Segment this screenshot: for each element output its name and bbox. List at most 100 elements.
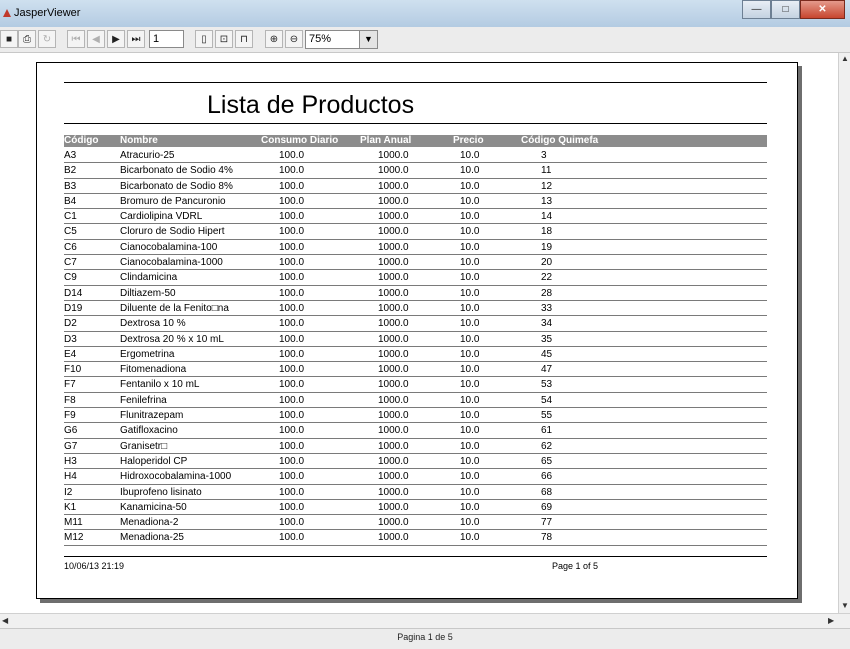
vertical-scrollbar[interactable]: ▲ ▼: [838, 53, 850, 628]
cell-price: 10.0: [460, 348, 480, 360]
cell-plan: 1000.0: [378, 410, 409, 422]
reload-icon[interactable]: ↻: [38, 30, 56, 48]
cell-price: 10.0: [460, 257, 480, 269]
cell-name: Bromuro de Pancuronio: [120, 195, 226, 207]
cell-code: F8: [64, 394, 76, 406]
minimize-button[interactable]: —: [742, 0, 771, 19]
table-row: C5 Cloruro de Sodio Hipert 100.0 1000.0 10.0…: [64, 224, 767, 240]
scroll-up-icon[interactable]: ▲: [841, 54, 849, 63]
table-row: I2 Ibuprofeno lisinato 100.0 1000.0 10.0 68: [64, 485, 767, 500]
horizontal-scrollbar[interactable]: ◀ ▶: [0, 613, 850, 628]
cell-name: Fenilefrina: [120, 394, 167, 406]
cell-name: Cianocobalamina-100: [120, 241, 218, 253]
fit-page-icon[interactable]: ⊡: [215, 30, 233, 48]
cell-consumption: 100.0: [279, 272, 305, 284]
cell-consumption: 100.0: [279, 241, 305, 253]
cell-name: Cloruro de Sodio Hipert: [120, 226, 225, 238]
cell-price: 10.0: [460, 195, 480, 207]
close-button[interactable]: ✕: [800, 0, 845, 19]
zoom-out-icon[interactable]: ⊖: [285, 30, 303, 48]
cell-price: 10.0: [460, 302, 480, 314]
cell-plan: 1000.0: [378, 455, 409, 467]
cell-quimefa: 18: [541, 226, 553, 238]
cell-consumption: 100.0: [279, 348, 305, 360]
cell-quimefa: 54: [541, 394, 553, 406]
scroll-down-icon[interactable]: ▼: [841, 601, 849, 610]
table-row: G7 Granisetr□ 100.0 1000.0 10.0 62: [64, 439, 767, 454]
cell-consumption: 100.0: [279, 287, 305, 299]
cell-quimefa: 13: [541, 195, 553, 207]
cell-name: Fentanilo x 10 mL: [120, 379, 200, 391]
next-page-icon[interactable]: ▶: [107, 30, 125, 48]
scroll-right-icon[interactable]: ▶: [828, 616, 834, 625]
cell-plan: 1000.0: [378, 180, 409, 192]
cell-plan: 1000.0: [378, 379, 409, 391]
cell-consumption: 100.0: [279, 302, 305, 314]
cell-code: H4: [64, 471, 77, 483]
cell-price: 10.0: [460, 272, 480, 284]
cell-quimefa: 65: [541, 455, 553, 467]
zoom-select[interactable]: 75% ▼: [305, 30, 378, 49]
page-number-input[interactable]: [149, 30, 184, 48]
zoom-in-icon[interactable]: ⊕: [265, 30, 283, 48]
column-header: Código Nombre Consumo Diario Plan Anual …: [64, 135, 767, 147]
cell-name: Diluente de la Fenito□na: [120, 302, 229, 314]
cell-plan: 1000.0: [378, 364, 409, 376]
fit-width-icon[interactable]: ⊓: [235, 30, 253, 48]
table-row: H4 Hidroxocobalamina-1000 100.0 1000.0 10.0 6…: [64, 469, 767, 485]
cell-price: 10.0: [460, 471, 480, 483]
cell-code: C1: [64, 211, 77, 223]
table-row: C7 Cianocobalamina-1000 100.0 1000.0 10.0 20: [64, 255, 767, 271]
window-controls: — □ ✕: [742, 0, 845, 19]
cell-name: Fitomenadiona: [120, 364, 187, 376]
cell-price: 10.0: [460, 165, 480, 177]
cell-consumption: 100.0: [279, 211, 305, 223]
save-icon[interactable]: ■: [0, 30, 18, 48]
cell-quimefa: 61: [541, 425, 553, 437]
cell-quimefa: 78: [541, 532, 553, 544]
scroll-left-icon[interactable]: ◀: [2, 616, 8, 625]
cell-consumption: 100.0: [279, 440, 305, 452]
table-row: D19 Diluente de la Fenito□na 100.0 1000.0 10…: [64, 301, 767, 317]
cell-quimefa: 12: [541, 180, 553, 192]
cell-consumption: 100.0: [279, 501, 305, 513]
maximize-button[interactable]: □: [771, 0, 800, 19]
cell-plan: 1000.0: [378, 517, 409, 529]
cell-plan: 1000.0: [378, 471, 409, 483]
cell-name: Dextrosa 20 % x 10 mL: [120, 333, 224, 345]
cell-plan: 1000.0: [378, 257, 409, 269]
cell-consumption: 100.0: [279, 318, 305, 330]
cell-quimefa: 14: [541, 211, 553, 223]
cell-consumption: 100.0: [279, 394, 305, 406]
table-row: F8 Fenilefrina 100.0 1000.0 10.0 54: [64, 393, 767, 409]
divider: [64, 82, 767, 83]
cell-name: Clindamicina: [120, 272, 178, 284]
cell-price: 10.0: [460, 241, 480, 253]
cell-quimefa: 47: [541, 364, 553, 376]
cell-name: Gatifloxacino: [120, 425, 178, 437]
cell-plan: 1000.0: [378, 272, 409, 284]
cell-consumption: 100.0: [279, 532, 305, 544]
first-page-icon[interactable]: ⏮: [67, 30, 85, 48]
print-icon[interactable]: ⎙: [18, 30, 36, 48]
cell-plan: 1000.0: [378, 532, 409, 544]
actual-size-icon[interactable]: ▯: [195, 30, 213, 48]
table-row: F7 Fentanilo x 10 mL 100.0 1000.0 10.0 53: [64, 377, 767, 393]
cell-price: 10.0: [460, 455, 480, 467]
cell-consumption: 100.0: [279, 379, 305, 391]
table-row: B3 Bicarbonato de Sodio 8% 100.0 1000.0 10.0…: [64, 179, 767, 194]
chevron-down-icon[interactable]: ▼: [359, 31, 377, 48]
cell-name: Menadiona-25: [120, 532, 184, 544]
cell-name: Bicarbonato de Sodio 4%: [120, 165, 233, 177]
cell-quimefa: 69: [541, 501, 553, 513]
table-row: D3 Dextrosa 20 % x 10 mL 100.0 1000.0 10.0 35: [64, 332, 767, 347]
cell-consumption: 100.0: [279, 257, 305, 269]
column-header-price: Precio: [453, 135, 484, 146]
last-page-icon[interactable]: ⏭: [127, 30, 145, 48]
jasper-logo-icon: [3, 9, 11, 17]
cell-consumption: 100.0: [279, 165, 305, 177]
previous-page-icon[interactable]: ◀: [87, 30, 105, 48]
cell-consumption: 100.0: [279, 180, 305, 192]
cell-code: D14: [64, 287, 83, 299]
table-row: B4 Bromuro de Pancuronio 100.0 1000.0 10.0 13: [64, 194, 767, 210]
